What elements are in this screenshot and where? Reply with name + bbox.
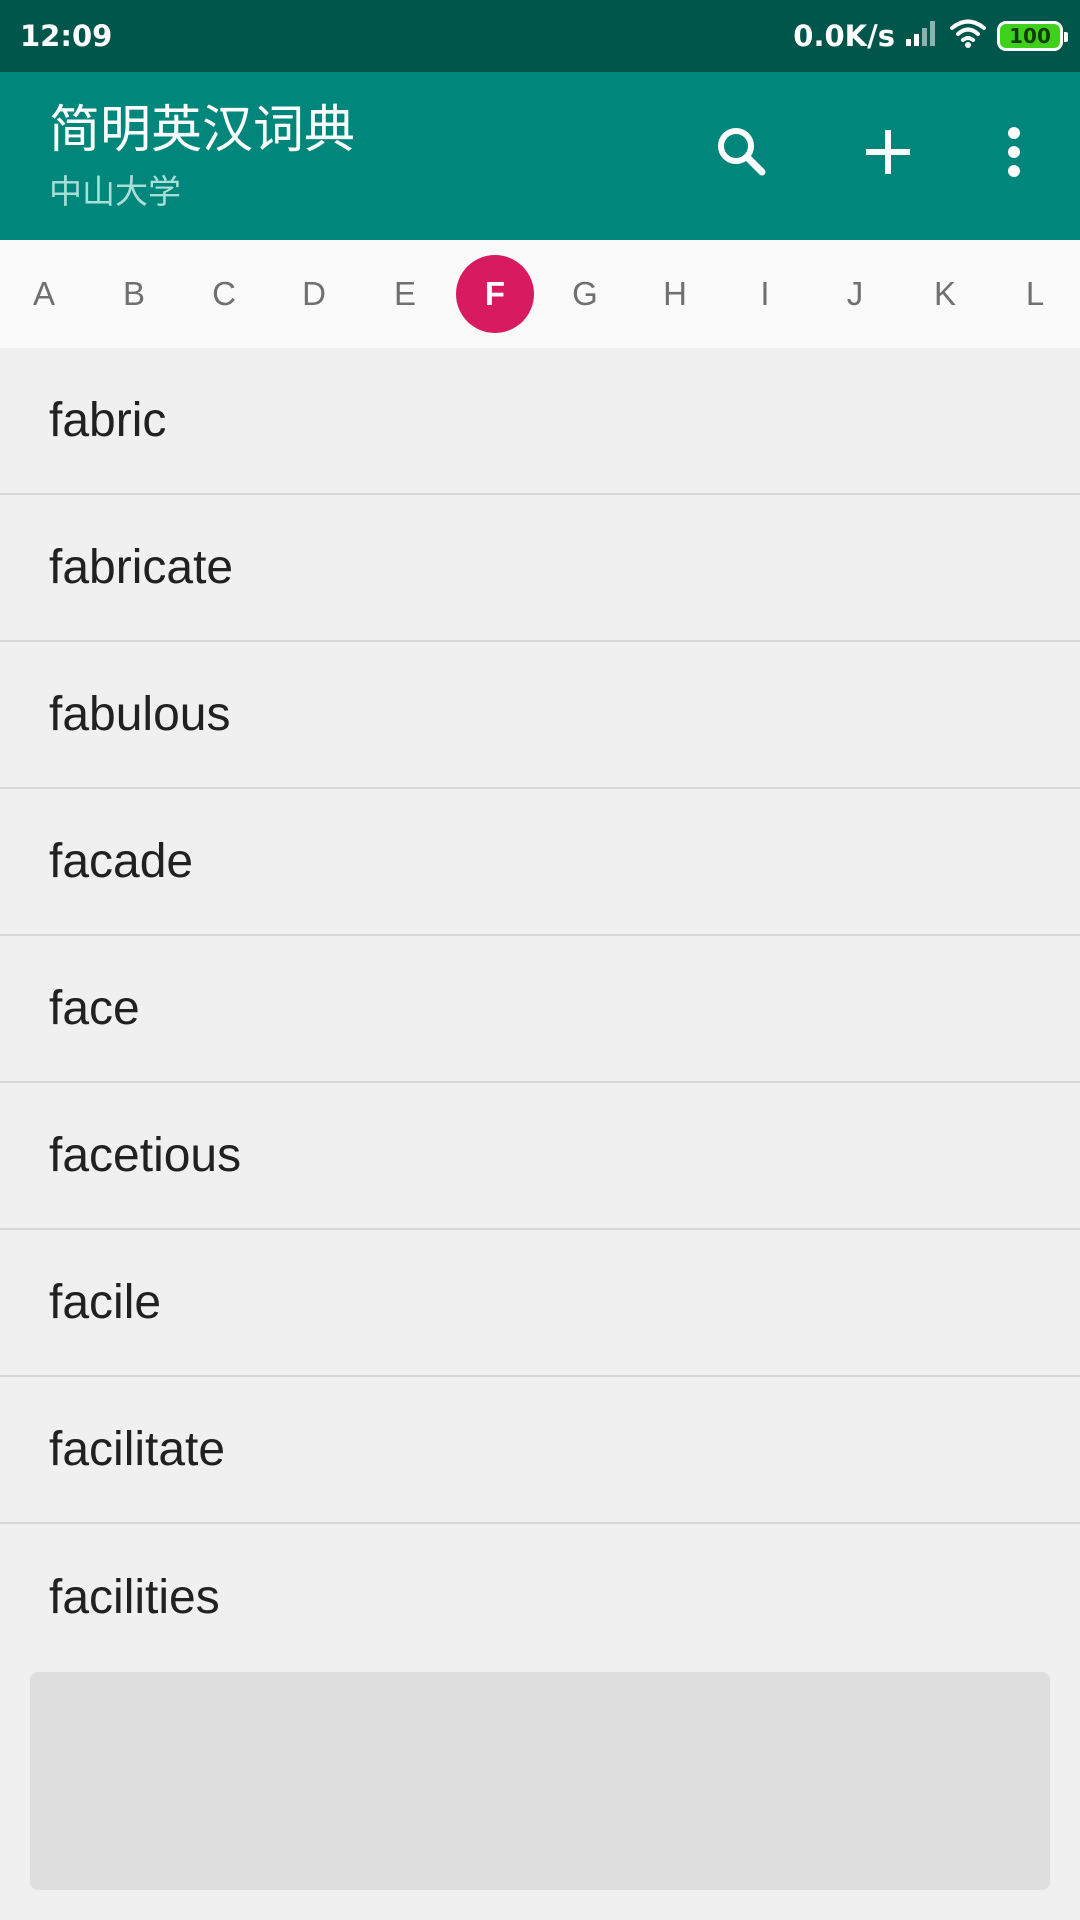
search-button[interactable] — [702, 114, 782, 194]
letter-c[interactable]: C — [185, 255, 263, 333]
word-row[interactable]: facade — [0, 789, 1080, 936]
letter-f-selected[interactable]: F — [456, 255, 534, 333]
letter-i[interactable]: I — [726, 255, 804, 333]
more-options-button[interactable] — [974, 114, 1054, 194]
status-indicators: 0.0K/s 100 — [793, 18, 1068, 55]
letter-j[interactable]: J — [816, 255, 894, 333]
status-time: 12:09 — [20, 19, 113, 53]
word-row[interactable]: fabric — [0, 348, 1080, 495]
word-row[interactable]: facile — [0, 1230, 1080, 1377]
alphabet-index-bar: A B C D E F G H I J K L — [0, 240, 1080, 348]
word-row[interactable]: facetious — [0, 1083, 1080, 1230]
word-row[interactable]: face — [0, 936, 1080, 1083]
word-row[interactable]: fabulous — [0, 642, 1080, 789]
letter-a[interactable]: A — [5, 255, 83, 333]
letter-g[interactable]: G — [546, 255, 624, 333]
letter-l[interactable]: L — [996, 255, 1074, 333]
letter-h[interactable]: H — [636, 255, 714, 333]
bottom-placeholder-panel — [30, 1672, 1050, 1890]
app-bar: 简明英汉词典 中山大学 — [0, 72, 1080, 240]
add-icon — [864, 128, 912, 181]
battery-icon: 100 — [997, 21, 1068, 51]
word-list: fabric fabricate fabulous facade face fa… — [0, 348, 1080, 1671]
letter-e[interactable]: E — [366, 255, 444, 333]
app-subtitle: 中山大学 — [49, 172, 181, 211]
network-speed: 0.0K/s — [793, 19, 895, 53]
letter-k[interactable]: K — [906, 255, 984, 333]
wifi-icon — [949, 18, 987, 55]
status-bar: 12:09 0.0K/s 100 — [0, 0, 1080, 72]
more-vert-icon — [1006, 126, 1022, 183]
app-title: 简明英汉词典 — [49, 101, 356, 160]
letter-b[interactable]: B — [95, 255, 173, 333]
word-row[interactable]: fabricate — [0, 495, 1080, 642]
word-row[interactable]: facilities — [0, 1524, 1080, 1671]
letter-d[interactable]: D — [275, 255, 353, 333]
battery-level: 100 — [1009, 24, 1051, 48]
search-icon — [714, 124, 770, 185]
word-row[interactable]: facilitate — [0, 1377, 1080, 1524]
signal-icon — [905, 19, 939, 54]
add-button[interactable] — [848, 114, 928, 194]
